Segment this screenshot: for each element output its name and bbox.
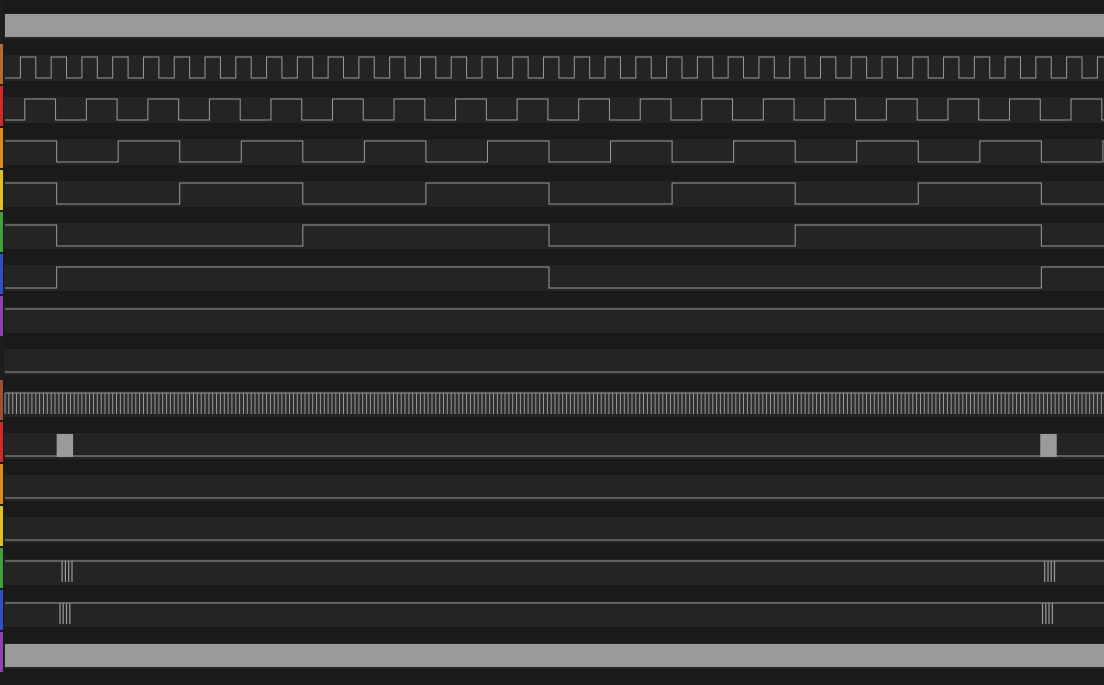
channel-row-11[interactable] <box>4 475 1104 501</box>
waveform-viewer <box>0 0 1104 685</box>
channel-row-2[interactable] <box>4 97 1104 123</box>
channel-row-3[interactable] <box>4 139 1104 165</box>
channel-color-tag-6 <box>0 254 3 294</box>
channel-row-6[interactable] <box>4 265 1104 291</box>
channel-row-8[interactable] <box>4 349 1104 375</box>
channel-color-tag-11 <box>0 464 3 504</box>
channel-row-5[interactable] <box>4 223 1104 249</box>
channel-row-4[interactable] <box>4 181 1104 207</box>
channel-color-tag-10 <box>0 422 3 462</box>
bus-segment-10-0[interactable] <box>56 434 74 457</box>
channel-row-14[interactable] <box>4 601 1104 627</box>
waveform-trace-area[interactable] <box>0 0 1104 685</box>
channel-color-tag-15 <box>0 632 3 672</box>
channel-color-tag-4 <box>0 170 3 210</box>
channel-color-tag-3 <box>0 128 3 168</box>
channel-color-tag-9 <box>0 380 3 420</box>
channel-color-tag-14 <box>0 590 3 630</box>
bus-segment-15-0[interactable] <box>5 644 1104 667</box>
bus-segment-0-0[interactable] <box>5 14 1104 37</box>
channel-row-10[interactable] <box>4 433 1104 459</box>
channel-row-7[interactable] <box>4 307 1104 333</box>
channel-color-tag-2 <box>0 86 3 126</box>
channel-row-1[interactable] <box>4 55 1104 81</box>
bus-segment-10-1[interactable] <box>1040 434 1057 457</box>
channel-color-tag-8 <box>0 338 3 378</box>
channel-color-tag-0 <box>0 2 3 42</box>
channel-color-tag-1 <box>0 44 3 84</box>
channel-row-12[interactable] <box>4 517 1104 543</box>
channel-color-tag-12 <box>0 506 3 546</box>
channel-color-tag-7 <box>0 296 3 336</box>
channel-color-tag-5 <box>0 212 3 252</box>
channel-row-13[interactable] <box>4 559 1104 585</box>
channel-color-tag-13 <box>0 548 3 588</box>
